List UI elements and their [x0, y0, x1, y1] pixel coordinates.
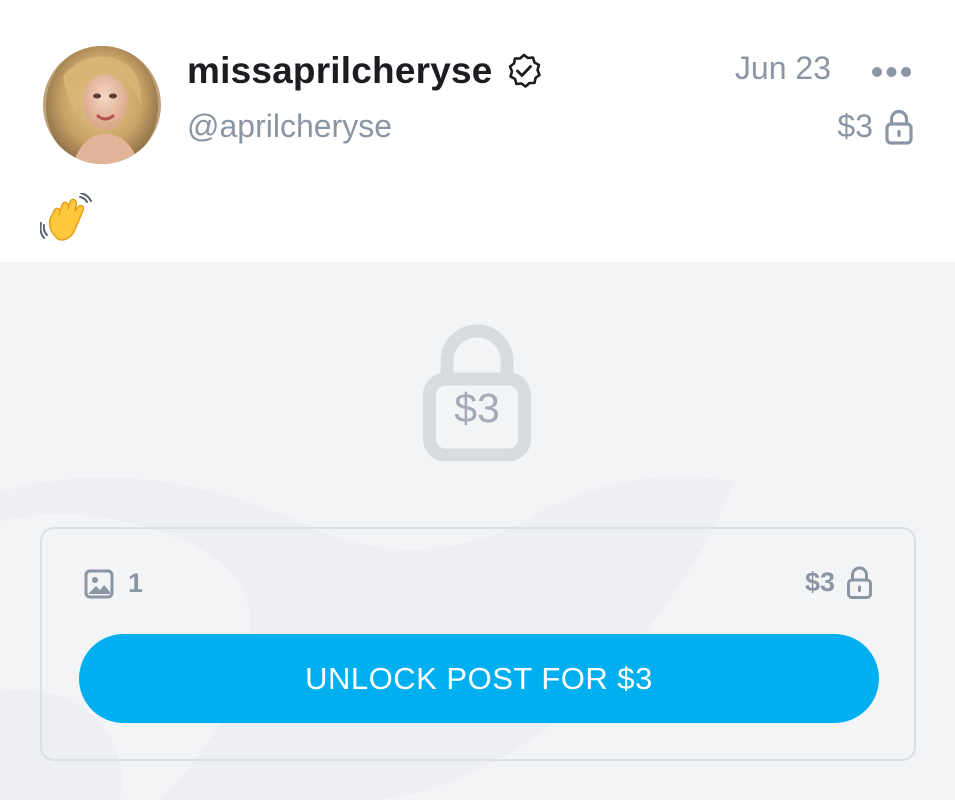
post-price: $3 — [837, 108, 913, 145]
post-date[interactable]: Jun 23 — [735, 50, 831, 87]
post-text: 👋 — [39, 192, 92, 245]
card-price: $3 — [805, 566, 872, 599]
more-options-icon[interactable] — [871, 61, 912, 83]
display-name[interactable]: missaprilcheryse — [187, 50, 493, 92]
verified-badge-icon — [505, 52, 543, 90]
post-header: missaprilcheryse @aprilcheryse Jun 23 $3 — [0, 0, 955, 262]
locked-media-price: $3 — [454, 385, 500, 431]
media-count-value: 1 — [128, 568, 144, 598]
unlock-post-button[interactable]: UNLOCK POST FOR $3 — [79, 634, 879, 723]
avatar[interactable] — [43, 46, 161, 164]
media-count: 1 — [84, 568, 143, 599]
locked-media: $3 1 $3 UNLOCK POST FOR $3 — [0, 262, 955, 800]
image-icon — [84, 569, 114, 599]
display-name-row: missaprilcheryse — [187, 48, 543, 94]
waving-hand-icon — [39, 192, 92, 241]
avatar-image — [43, 46, 161, 164]
unlock-card: 1 $3 UNLOCK POST FOR $3 — [40, 527, 916, 761]
lock-icon — [885, 109, 913, 145]
post-price-text: $3 — [837, 108, 873, 144]
card-price-text: $3 — [804, 567, 835, 597]
handle[interactable]: @aprilcheryse — [187, 108, 392, 145]
lock-icon — [847, 566, 872, 599]
